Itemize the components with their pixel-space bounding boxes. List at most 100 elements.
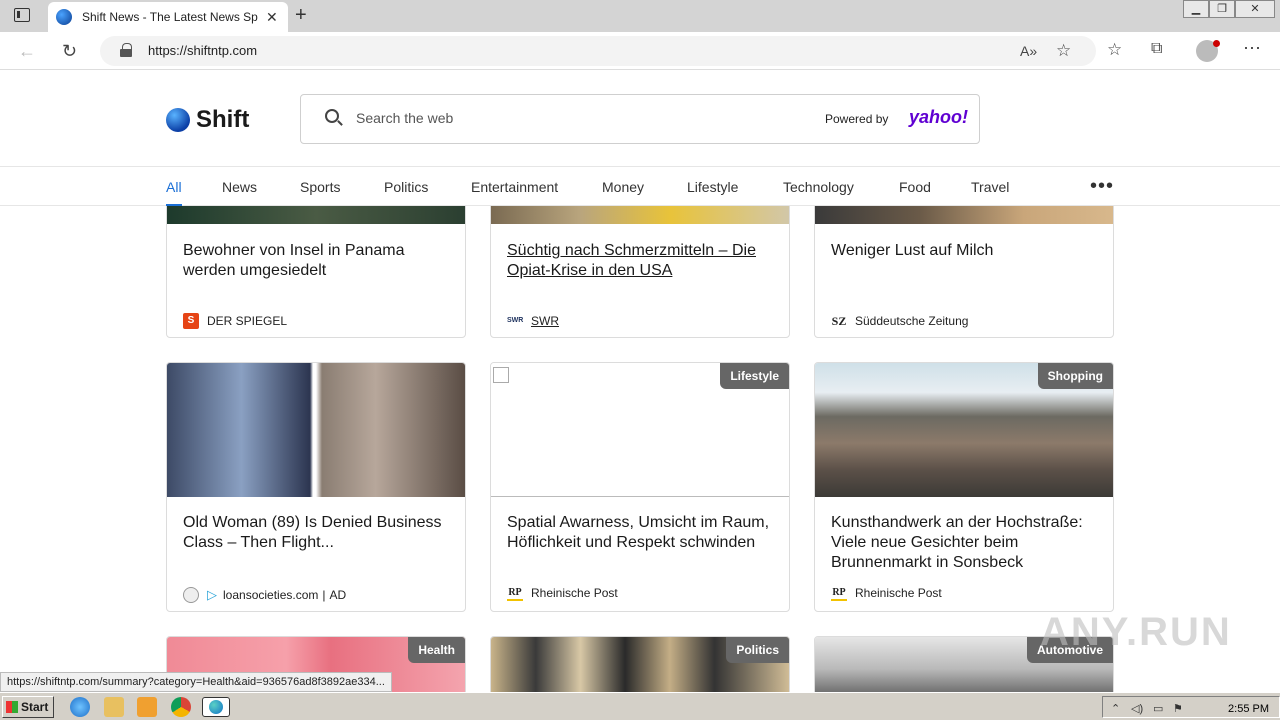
back-icon[interactable]: ← <box>18 41 36 62</box>
card-title[interactable]: Old Woman (89) Is Denied Business Class … <box>183 513 453 553</box>
category-nav: All News Sports Politics Entertainment M… <box>0 166 1280 206</box>
news-card[interactable]: Bewohner von Insel in Panama werden umge… <box>166 190 466 338</box>
status-url: https://shiftntp.com/summary?category=He… <box>0 672 392 692</box>
news-card[interactable]: Shopping Kunsthandwerk an der Hochstraße… <box>814 362 1114 612</box>
network-icon[interactable]: ▭ <box>1153 702 1163 715</box>
news-card[interactable]: Lifestyle Spatial Awarness, Umsicht im R… <box>490 362 790 612</box>
yahoo-logo[interactable]: yahoo! <box>909 107 968 128</box>
clock[interactable]: 2:55 PM <box>1228 703 1269 715</box>
powered-by-label: Powered by <box>825 112 889 126</box>
more-menu-icon[interactable]: ⋯ <box>1243 38 1261 59</box>
close-window-button[interactable]: ✕ <box>1235 0 1275 18</box>
card-source: ▷ loansocieties.com | AD <box>183 587 346 603</box>
browser-tab[interactable]: Shift News - The Latest News Spo ✕ <box>48 2 288 32</box>
card-image <box>167 363 465 497</box>
category-badge: Shopping <box>1037 363 1113 389</box>
rp-logo-icon: RP <box>507 585 523 601</box>
shift-logo-icon <box>166 108 190 132</box>
tab-actions-icon[interactable] <box>14 8 30 22</box>
explorer-icon[interactable] <box>104 697 124 717</box>
browser-tabbar: Shift News - The Latest News Spo ✕ + ▁ ❐… <box>0 0 1280 32</box>
rp-logo-icon: RP <box>831 585 847 601</box>
new-tab-icon[interactable]: + <box>295 4 307 27</box>
page-content: Shift Powered by yahoo! All News Sports … <box>0 70 1280 692</box>
ad-label: AD <box>329 588 347 602</box>
edge-icon[interactable] <box>202 697 230 717</box>
tab-technology[interactable]: Technology <box>783 179 854 195</box>
category-badge: Lifestyle <box>720 363 789 389</box>
logo-text: Shift <box>196 106 250 133</box>
chrome-icon[interactable] <box>171 697 191 717</box>
tab-news[interactable]: News <box>222 179 257 195</box>
close-tab-icon[interactable]: ✕ <box>266 9 278 26</box>
refresh-icon[interactable]: ↻ <box>62 41 77 62</box>
source-name[interactable]: SWR <box>531 314 559 328</box>
source-name: Süddeutsche Zeitung <box>855 314 969 328</box>
url-field[interactable]: https://shiftntp.com A» ☆ <box>100 36 1096 66</box>
source-name[interactable]: loansocieties.com <box>223 588 318 602</box>
category-badge: Politics <box>726 637 789 663</box>
card-source: SWR SWR <box>507 313 559 329</box>
swr-logo-icon: SWR <box>507 317 524 324</box>
tab-food[interactable]: Food <box>899 179 931 195</box>
tab-travel[interactable]: Travel <box>971 179 1009 195</box>
url-text: https://shiftntp.com <box>148 43 258 58</box>
tab-politics[interactable]: Politics <box>384 179 428 195</box>
more-categories-icon[interactable]: ••• <box>1090 175 1114 198</box>
start-button[interactable]: Start <box>2 696 54 718</box>
card-source: RP Rheinische Post <box>507 585 618 601</box>
profile-avatar[interactable] <box>1196 40 1220 62</box>
news-card[interactable]: Weniger Lust auf Milch SZ Süddeutsche Ze… <box>814 190 1114 338</box>
source-name: DER SPIEGEL <box>207 314 288 328</box>
flag-icon[interactable]: ⚑ <box>1173 702 1183 715</box>
ie-icon[interactable] <box>70 697 90 717</box>
card-title[interactable]: Weniger Lust auf Milch <box>831 241 1101 261</box>
broken-image-icon <box>493 367 509 383</box>
tab-all[interactable]: All <box>166 179 182 195</box>
collections-icon[interactable]: ⧉ <box>1151 40 1162 58</box>
ad-choices-icon[interactable]: ▷ <box>207 587 217 603</box>
restore-button[interactable]: ❐ <box>1209 0 1235 18</box>
search-box[interactable]: Powered by yahoo! <box>300 94 980 144</box>
search-icon[interactable] <box>325 109 339 123</box>
tab-lifestyle[interactable]: Lifestyle <box>687 179 738 195</box>
sz-logo-icon: SZ <box>831 314 847 328</box>
tab-title: Shift News - The Latest News Spo <box>82 10 258 24</box>
search-input[interactable] <box>356 110 776 126</box>
lock-icon[interactable] <box>120 43 132 57</box>
add-favorite-icon[interactable]: ☆ <box>1056 41 1071 61</box>
news-card[interactable]: Süchtig nach Schmerzmitteln – Die Opiat-… <box>490 190 790 338</box>
tab-entertainment[interactable]: Entertainment <box>471 179 558 195</box>
media-player-icon[interactable] <box>137 697 157 717</box>
shift-logo[interactable]: Shift <box>166 106 249 134</box>
news-card[interactable]: Politics <box>490 636 790 692</box>
spiegel-logo-icon: S <box>183 313 199 329</box>
source-name: Rheinische Post <box>855 586 942 600</box>
source-name: Rheinische Post <box>531 586 618 600</box>
tab-money[interactable]: Money <box>602 179 644 195</box>
address-bar-row: ← ↻ https://shiftntp.com A» ☆ ☆ ⧉ ⋯ <box>0 32 1280 70</box>
divider: | <box>322 588 326 602</box>
tray-expand-icon[interactable]: ⌃ <box>1111 702 1120 715</box>
ad-card[interactable]: Old Woman (89) Is Denied Business Class … <box>166 362 466 612</box>
card-title[interactable]: Spatial Awarness, Umsicht im Raum, Höfli… <box>507 513 777 553</box>
card-source: SZ Süddeutsche Zeitung <box>831 313 969 329</box>
favorites-icon[interactable]: ☆ <box>1107 40 1122 60</box>
category-badge: Health <box>408 637 465 663</box>
edge-logo-icon <box>209 700 223 714</box>
card-source: RP Rheinische Post <box>831 585 942 601</box>
system-tray: ⌃ ◁) ▭ ⚑ 2:55 PM <box>1102 696 1280 718</box>
card-title[interactable]: Bewohner von Insel in Panama werden umge… <box>183 241 453 281</box>
volume-icon[interactable]: ◁) <box>1131 702 1143 715</box>
card-source: S DER SPIEGEL <box>183 313 287 329</box>
tab-sports[interactable]: Sports <box>300 179 340 195</box>
read-aloud-icon[interactable]: A» <box>1020 43 1037 59</box>
card-title[interactable]: Kunsthandwerk an der Hochstraße: Viele n… <box>831 513 1101 573</box>
card-title[interactable]: Süchtig nach Schmerzmitteln – Die Opiat-… <box>507 241 777 281</box>
shift-favicon-icon <box>56 9 72 25</box>
advertiser-avatar-icon <box>183 587 199 603</box>
taskbar: Start ⌃ ◁) ▭ ⚑ 2:55 PM <box>0 692 1280 720</box>
active-tab-indicator <box>166 204 182 206</box>
minimize-button[interactable]: ▁ <box>1183 0 1209 18</box>
anyrun-watermark: ANY.RUN <box>1040 610 1232 654</box>
